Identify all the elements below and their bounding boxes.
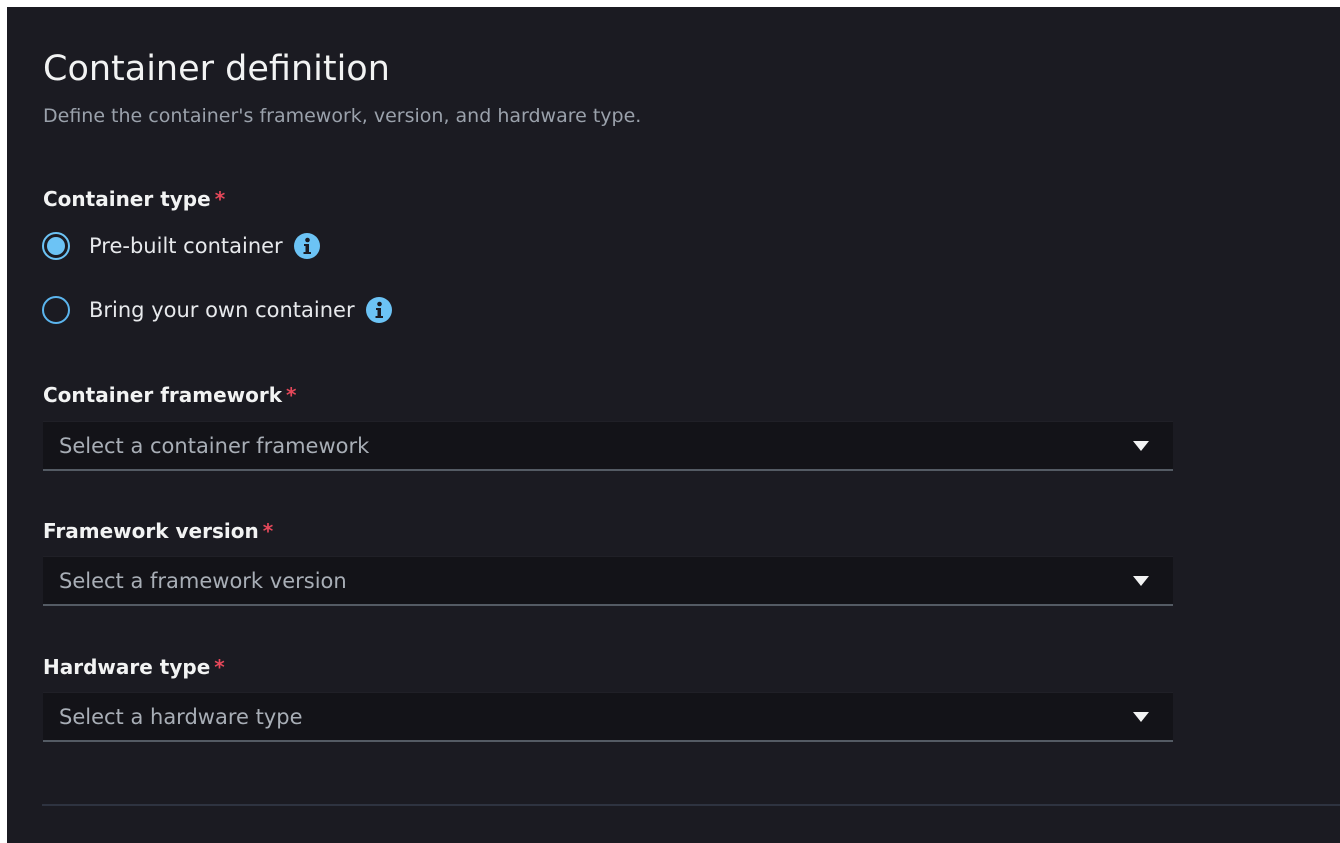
- container-type-label-text: Container type: [43, 187, 211, 211]
- required-asterisk: *: [262, 519, 274, 543]
- hardware-type-label: Hardware type *: [43, 653, 225, 681]
- section-title: Container definition: [43, 49, 390, 89]
- section-description: Define the container's framework, versio…: [43, 105, 642, 127]
- framework-version-select[interactable]: Select a framework version: [43, 556, 1173, 606]
- radio-byo-container[interactable]: [42, 296, 70, 324]
- section-divider: [42, 804, 1340, 806]
- radio-option-prebuilt-container[interactable]: Pre-built container: [42, 229, 320, 263]
- required-asterisk: *: [214, 655, 225, 679]
- radio-label-byo-container[interactable]: Bring your own container: [89, 295, 355, 325]
- radio-selected-dot: [47, 237, 65, 255]
- info-icon[interactable]: [365, 297, 392, 323]
- hardware-type-placeholder: Select a hardware type: [59, 705, 303, 729]
- radio-label-prebuilt-container[interactable]: Pre-built container: [89, 231, 283, 261]
- radio-option-byo-container[interactable]: Bring your own container: [42, 293, 392, 327]
- container-framework-placeholder: Select a container framework: [59, 434, 370, 458]
- hardware-type-label-text: Hardware type: [43, 655, 211, 679]
- caret-down-icon: [1133, 576, 1149, 586]
- container-definition-panel: Container definition Define the containe…: [7, 7, 1340, 843]
- radio-prebuilt-container[interactable]: [42, 232, 70, 260]
- required-asterisk: *: [214, 187, 226, 211]
- container-framework-select[interactable]: Select a container framework: [43, 421, 1173, 471]
- hardware-type-select[interactable]: Select a hardware type: [43, 692, 1173, 742]
- container-framework-label-text: Container framework: [43, 383, 283, 407]
- caret-down-icon: [1133, 441, 1149, 451]
- container-type-label: Container type *: [43, 185, 225, 213]
- required-asterisk: *: [286, 383, 297, 407]
- container-framework-label: Container framework *: [43, 381, 297, 409]
- framework-version-placeholder: Select a framework version: [59, 569, 347, 593]
- framework-version-label: Framework version *: [43, 517, 273, 545]
- framework-version-label-text: Framework version: [43, 519, 259, 543]
- info-icon[interactable]: [293, 233, 320, 259]
- caret-down-icon: [1133, 712, 1149, 722]
